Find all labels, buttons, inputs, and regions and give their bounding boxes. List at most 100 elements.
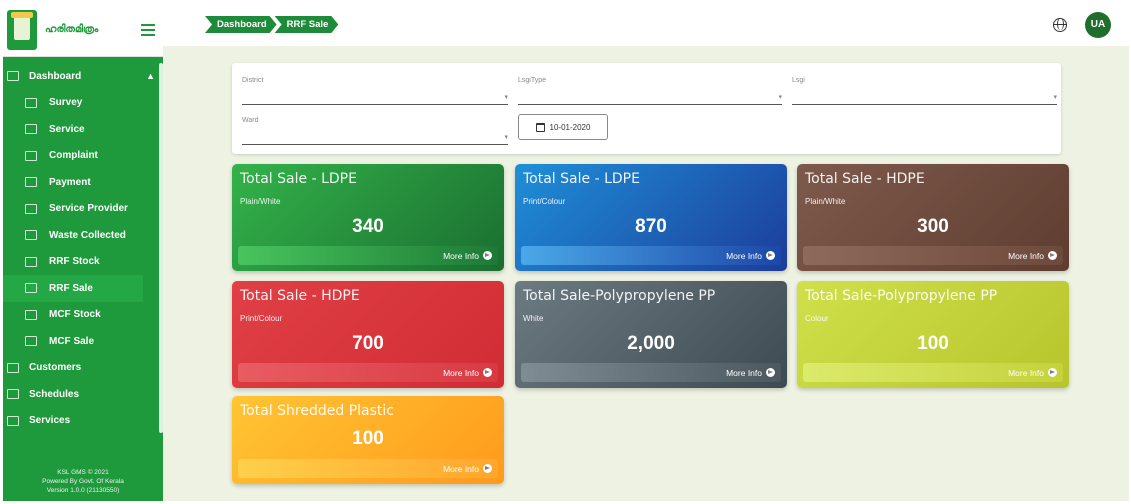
lsgi-type-label: LsgiType <box>518 77 547 84</box>
card-title: Total Sale - LDPE <box>523 171 640 187</box>
date-picker-button[interactable]: 10-01-2020 <box>518 114 608 140</box>
hamburger-menu-icon[interactable] <box>137 19 159 41</box>
sidebar-item-services[interactable]: Services <box>3 408 163 435</box>
payment-card-icon <box>25 177 37 188</box>
sidebar-item-schedules[interactable]: Schedules <box>3 381 163 408</box>
dropdown-arrow-icon: ▾ <box>1053 94 1057 101</box>
card-value: 100 <box>917 333 949 354</box>
arrow-circle-right-icon <box>766 368 775 377</box>
card-value: 300 <box>917 216 949 237</box>
more-info-label: More Info <box>443 463 479 474</box>
more-info-link[interactable]: More Info <box>803 246 1063 265</box>
stat-card-hdpe-plain: Total Sale - HDPE Plain/White 300 More I… <box>797 164 1069 271</box>
arrow-circle-right-icon <box>483 464 492 473</box>
sidebar-item-payment[interactable]: Payment <box>3 169 163 196</box>
more-info-label: More Info <box>443 367 479 378</box>
sidebar-item-rrf-sale[interactable]: RRF Sale <box>3 275 143 302</box>
dropdown-arrow-icon: ▾ <box>504 94 508 101</box>
more-info-label: More Info <box>726 250 762 261</box>
sidebar-item-label: MCF Sale <box>49 335 95 347</box>
sidebar-item-label: MCF Stock <box>49 309 101 321</box>
stat-card-ldpe-plain: Total Sale - LDPE Plain/White 340 More I… <box>232 164 504 271</box>
customers-icon <box>7 362 19 373</box>
service-provider-icon <box>25 203 37 214</box>
main-content: District ▾ LsgiType ▾ Lsgi ▾ Ward ▾ 10-0… <box>163 46 1129 501</box>
ward-select[interactable]: Ward ▾ <box>242 107 508 145</box>
sidebar-item-mcf-stock[interactable]: MCF Stock <box>3 302 163 329</box>
more-info-link[interactable]: More Info <box>238 363 498 382</box>
district-select[interactable]: District ▾ <box>242 67 508 105</box>
arrow-circle-right-icon <box>1048 251 1057 260</box>
card-subtitle: Colour <box>805 314 829 323</box>
brand-name: ഹരിതമിത്രം <box>45 24 99 35</box>
date-value: 10-01-2020 <box>549 122 591 132</box>
more-info-label: More Info <box>443 250 479 261</box>
sidebar-item-label: RRF Sale <box>49 282 93 294</box>
card-value: 870 <box>635 216 667 237</box>
card-subtitle: Print/Colour <box>240 314 283 323</box>
sidebar-item-survey[interactable]: Survey <box>3 90 163 117</box>
stock-icon <box>25 256 37 267</box>
stat-card-hdpe-print: Total Sale - HDPE Print/Colour 700 More … <box>232 281 504 388</box>
globe-icon[interactable] <box>1053 17 1067 32</box>
sidebar-item-label: RRF Stock <box>49 256 100 268</box>
sidebar-item-dashboard[interactable]: Dashboard ▲ <box>3 63 163 90</box>
top-bar: Dashboard RRF Sale UA <box>163 3 1129 46</box>
wrench-icon <box>7 415 19 426</box>
breadcrumb-dashboard[interactable]: Dashboard <box>205 16 277 33</box>
card-title: Total Sale - HDPE <box>805 171 925 187</box>
more-info-label: More Info <box>726 367 762 378</box>
complaint-icon <box>25 150 37 161</box>
sidebar-item-label: Customers <box>29 362 82 374</box>
arrow-circle-right-icon <box>1048 368 1057 377</box>
chevron-up-icon: ▲ <box>146 71 155 82</box>
ward-label: Ward <box>242 117 259 124</box>
card-title: Total Sale-Polypropylene PP <box>523 288 716 304</box>
sidebar-item-rrf-stock[interactable]: RRF Stock <box>3 249 163 276</box>
more-info-label: More Info <box>1008 250 1044 261</box>
more-info-link[interactable]: More Info <box>803 363 1063 382</box>
sidebar-item-mcf-sale[interactable]: MCF Sale <box>3 328 163 355</box>
sidebar-item-customers[interactable]: Customers <box>3 355 163 382</box>
calendar-icon <box>535 122 545 132</box>
stat-card-shredded-plastic: Total Shredded Plastic 100 More Info <box>232 396 504 484</box>
sidebar-footer: KSL GMS © 2021 Powered By Govt. Of Keral… <box>3 468 163 495</box>
card-subtitle: Plain/White <box>805 197 846 206</box>
lsgi-label: Lsgi <box>792 77 805 84</box>
lsgi-type-select[interactable]: LsgiType ▾ <box>518 67 782 105</box>
sidebar-item-waste-collected[interactable]: Waste Collected <box>3 222 163 249</box>
card-value: 100 <box>352 428 384 449</box>
card-title: Total Shredded Plastic <box>240 403 394 419</box>
breadcrumb: Dashboard RRF Sale <box>205 16 336 33</box>
sidebar-item-label: Schedules <box>29 388 80 400</box>
more-info-link[interactable]: More Info <box>238 459 498 478</box>
arrow-circle-right-icon <box>483 368 492 377</box>
sidebar-item-label: Payment <box>49 176 91 188</box>
sidebar-nav: Dashboard ▲ Survey Service Complaint Pay… <box>3 57 163 434</box>
card-subtitle: White <box>523 314 544 323</box>
dropdown-arrow-icon: ▾ <box>778 94 782 101</box>
avatar[interactable]: UA <box>1085 11 1111 38</box>
sale-icon <box>25 336 37 347</box>
card-value: 700 <box>352 333 384 354</box>
more-info-link[interactable]: More Info <box>238 246 498 265</box>
sidebar-item-service-provider[interactable]: Service Provider <box>3 196 163 223</box>
breadcrumb-rrf-sale: RRF Sale <box>275 16 339 33</box>
waste-icon <box>25 230 37 241</box>
dashboard-icon <box>7 71 19 82</box>
footer-copyright: KSL GMS © 2021 <box>57 469 109 476</box>
lsgi-select[interactable]: Lsgi ▾ <box>792 67 1057 105</box>
card-value: 2,000 <box>627 333 675 354</box>
arrow-circle-right-icon <box>766 251 775 260</box>
more-info-link[interactable]: More Info <box>521 363 781 382</box>
card-title: Total Sale-Polypropylene PP <box>805 288 998 304</box>
card-subtitle: Print/Colour <box>523 197 566 206</box>
more-info-link[interactable]: More Info <box>521 246 781 265</box>
card-subtitle: Plain/White <box>240 197 281 206</box>
sidebar-item-service[interactable]: Service <box>3 116 163 143</box>
sidebar-item-label: Waste Collected <box>49 229 126 241</box>
sidebar-item-label: Survey <box>49 97 83 109</box>
footer-version: Version 1.0.0 (21130550) <box>46 487 120 494</box>
sidebar: ഹരിതമിത്രം Dashboard ▲ Survey Service Co… <box>3 3 163 501</box>
sidebar-item-complaint[interactable]: Complaint <box>3 143 163 170</box>
